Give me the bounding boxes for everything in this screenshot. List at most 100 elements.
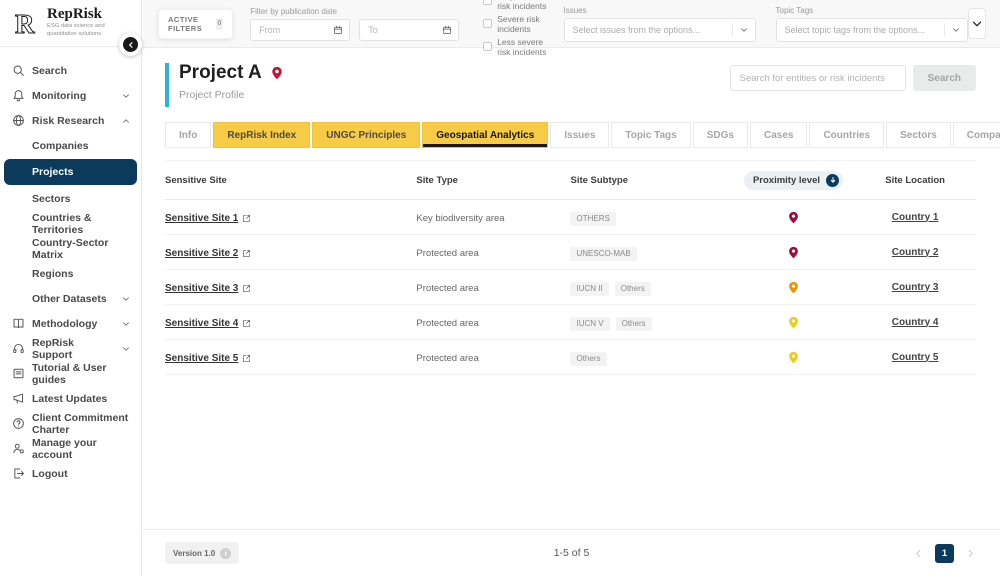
proximity-pin-icon — [787, 281, 800, 294]
sidebar-item-manage-account[interactable]: Manage your account — [0, 436, 141, 461]
date-from-input[interactable] — [257, 23, 328, 36]
sidebar-item-search[interactable]: Search — [0, 58, 141, 83]
sidebar-item-label: Projects — [32, 166, 74, 178]
tab-cases[interactable]: Cases — [749, 122, 808, 148]
title-accent-bar — [165, 63, 169, 107]
pagination: 1 — [913, 543, 976, 563]
sensitive-site-link[interactable]: Sensitive Site 2 — [165, 248, 251, 259]
version-label: Version 1.0 — [173, 548, 216, 558]
proximity-pin-icon — [787, 211, 800, 224]
sidebar-item-reprisk-support[interactable]: RepRisk Support — [0, 336, 141, 361]
tab-info[interactable]: Info — [165, 122, 212, 148]
sidebar-item-client-commitment-charter[interactable]: Client Commitment Charter — [0, 411, 141, 436]
column-header-site-location: Site Location — [885, 174, 945, 186]
column-header-proximity-sort[interactable]: Proximity level — [743, 170, 844, 190]
sensitive-site-link[interactable]: Sensitive Site 3 — [165, 283, 251, 294]
checkbox-icon[interactable] — [483, 42, 493, 51]
sidebar-item-monitoring[interactable]: Monitoring — [0, 83, 141, 108]
date-from-field[interactable] — [250, 18, 351, 41]
next-page-button[interactable] — [965, 548, 976, 559]
sidebar-item-other-datasets[interactable]: Other Datasets — [0, 286, 141, 311]
location-pin-icon — [270, 66, 284, 80]
site-type-value: Protected area — [416, 248, 479, 259]
sensitive-site-link[interactable]: Sensitive Site 1 — [165, 213, 251, 224]
page-subtitle: Project Profile — [179, 89, 245, 101]
current-page-button[interactable]: 1 — [935, 543, 954, 563]
site-location-link[interactable]: Country 4 — [892, 317, 939, 328]
chevron-down-icon — [733, 25, 755, 35]
tab-companies[interactable]: Companies — [952, 122, 1000, 148]
entity-search-input[interactable] — [729, 65, 906, 91]
severity-option-label: Very severe risk incidents — [497, 0, 547, 11]
active-filters-label: ACTIVE FILTERS — [168, 14, 203, 33]
site-location-link[interactable]: Country 2 — [892, 247, 939, 258]
sidebar-item-countries-territories[interactable]: Countries & Territories — [0, 211, 141, 236]
sidebar-item-methodology[interactable]: Methodology — [0, 311, 141, 336]
tab-reprisk-index[interactable]: RepRisk Index — [213, 122, 311, 148]
page-title: Project A — [179, 62, 262, 83]
site-location-link[interactable]: Country 3 — [892, 282, 939, 293]
sidebar-item-latest-updates[interactable]: Latest Updates — [0, 386, 141, 411]
site-location-link[interactable]: Country 1 — [892, 212, 939, 223]
sidebar-item-label: Monitoring — [32, 89, 87, 102]
previous-page-button[interactable] — [913, 548, 924, 559]
date-to-field[interactable] — [359, 18, 460, 41]
sidebar-item-label: Other Datasets — [32, 292, 107, 305]
sidebar-item-risk-research[interactable]: Risk Research — [0, 108, 141, 133]
issues-select[interactable]: Select issues from the options... — [563, 17, 756, 42]
sidebar-item-logout[interactable]: Logout — [0, 461, 141, 486]
checkbox-icon[interactable] — [483, 19, 493, 28]
filterbar-collapse-button[interactable] — [967, 8, 986, 39]
site-link-label: Sensitive Site 2 — [165, 248, 239, 259]
site-subtype-tag: IUCN V — [570, 316, 610, 331]
sidebar-item-tutorial-user-guides[interactable]: Tutorial & User guides — [0, 361, 141, 386]
table-header-row: Sensitive Site Site Type Site Subtype Pr… — [165, 160, 976, 200]
proximity-pin-icon — [787, 351, 800, 364]
tab-sdgs[interactable]: SDGs — [692, 122, 748, 148]
sidebar-item-label: Client Commitment Charter — [32, 411, 129, 436]
table-row: Sensitive Site 5 Protected area Others C… — [165, 340, 976, 375]
sidebar-item-companies[interactable]: Companies — [0, 133, 141, 158]
sidebar-item-label: Country-Sector Matrix — [32, 236, 109, 261]
table-row: Sensitive Site 3 Protected area IUCN II O… — [165, 270, 976, 305]
sidebar-item-regions[interactable]: Regions — [0, 261, 141, 286]
tab-geospatial-analytics[interactable]: Geospatial Analytics — [422, 122, 549, 148]
tab-topic-tags[interactable]: Topic Tags — [611, 122, 691, 148]
proximity-pin-icon — [787, 316, 800, 329]
severity-option-severe[interactable]: Severe risk incidents — [483, 14, 546, 34]
sidebar-item-label: Logout — [32, 467, 68, 480]
tab-countries[interactable]: Countries — [809, 122, 885, 148]
user-settings-icon — [12, 442, 25, 455]
sidebar-item-label: Methodology — [32, 317, 98, 330]
chevron-up-icon — [121, 116, 131, 126]
topic-tags-select[interactable]: Select topic tags from the options... — [775, 17, 968, 42]
sidebar-item-projects[interactable]: Projects — [4, 159, 137, 185]
date-to-input[interactable] — [366, 23, 437, 36]
site-location-link[interactable]: Country 5 — [892, 352, 939, 363]
severity-option-label: Severe risk incidents — [497, 13, 540, 34]
tab-issues[interactable]: Issues — [550, 122, 610, 148]
checkbox-icon[interactable] — [483, 0, 493, 5]
topic-tags-filter: Topic Tags Select topic tags from the op… — [775, 6, 968, 42]
column-header-site-type: Site Type — [416, 174, 458, 186]
sidebar-collapse-button[interactable] — [119, 33, 142, 56]
severity-option-very-severe[interactable]: Very severe risk incidents — [483, 0, 546, 11]
sidebar-item-label: Countries & Territories — [32, 211, 92, 236]
issues-filter: Issues Select issues from the options... — [563, 6, 756, 42]
tab-ungc-principles[interactable]: UNGC Principles — [312, 122, 421, 148]
external-link-icon — [242, 319, 251, 328]
sensitive-site-link[interactable]: Sensitive Site 5 — [165, 353, 251, 364]
sidebar-item-label: Latest Updates — [32, 392, 108, 405]
sidebar-item-sectors[interactable]: Sectors — [0, 186, 141, 211]
sidebar-item-label: Tutorial & User guides — [32, 361, 107, 386]
tab-sectors[interactable]: Sectors — [886, 122, 951, 148]
chevron-down-icon — [121, 294, 131, 304]
sidebar-item-country-sector-matrix[interactable]: Country-Sector Matrix — [0, 236, 141, 261]
search-button[interactable]: Search — [912, 65, 976, 91]
sensitive-site-link[interactable]: Sensitive Site 4 — [165, 318, 251, 329]
severity-option-less-severe[interactable]: Less severe risk incidents — [483, 37, 546, 57]
version-badge[interactable]: Version 1.0 i — [165, 542, 240, 564]
active-filters-button[interactable]: ACTIVE FILTERS 0 — [158, 8, 234, 39]
column-header-sensitive-site: Sensitive Site — [165, 174, 227, 186]
headset-icon — [12, 342, 25, 355]
